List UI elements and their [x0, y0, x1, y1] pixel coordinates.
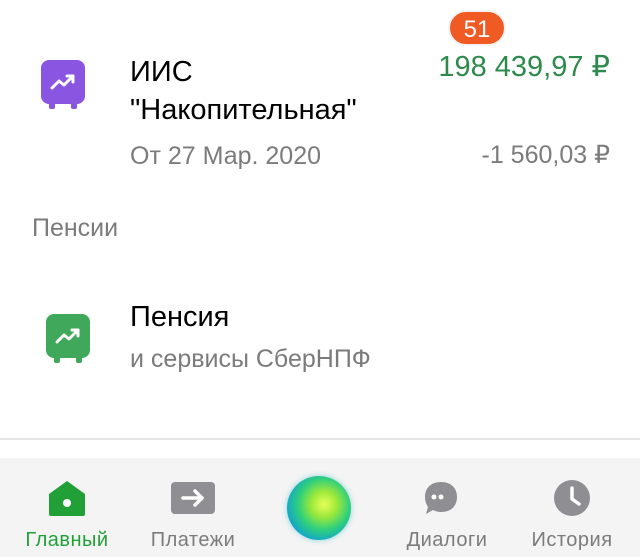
pension-card[interactable]: Пенсия и сервисы СберНПФ [0, 290, 640, 390]
tab-history-label: История [531, 529, 613, 551]
pension-subtitle: и сервисы СберНПФ [130, 345, 371, 373]
home-icon [45, 476, 89, 520]
tab-history[interactable]: История [522, 458, 622, 557]
section-header-pensions: Пенсии [32, 214, 119, 242]
iis-balance-change: -1 560,03 ₽ [481, 141, 611, 169]
chart-trend-icon [46, 314, 90, 363]
iis-open-date: От 27 Мар. 2020 [130, 142, 322, 170]
tab-payments[interactable]: Платежи [143, 458, 243, 557]
clock-icon [550, 476, 594, 520]
iis-title-line1: ИИС [130, 56, 193, 88]
tab-home[interactable]: Главный [17, 458, 117, 557]
iis-title-line2: "Накопительная" [130, 94, 357, 126]
pension-title: Пенсия [130, 301, 230, 333]
dialogs-unread-badge: 51 [448, 10, 506, 46]
tab-dialogs[interactable]: Диалоги [397, 458, 497, 557]
transfer-arrow-icon [171, 476, 215, 520]
chat-bubble-icon [419, 476, 463, 520]
tab-home-label: Главный [25, 529, 109, 551]
iis-balance: 198 439,97 ₽ [438, 51, 610, 83]
tab-payments-label: Платежи [150, 529, 236, 551]
tab-dialogs-label: Диалоги [406, 529, 488, 551]
salute-orb-icon[interactable] [287, 476, 351, 540]
chart-trend-icon [41, 60, 85, 109]
iis-account-card[interactable]: ИИС "Накопительная" От 27 Мар. 2020 198 … [0, 40, 640, 190]
divider [0, 438, 640, 440]
